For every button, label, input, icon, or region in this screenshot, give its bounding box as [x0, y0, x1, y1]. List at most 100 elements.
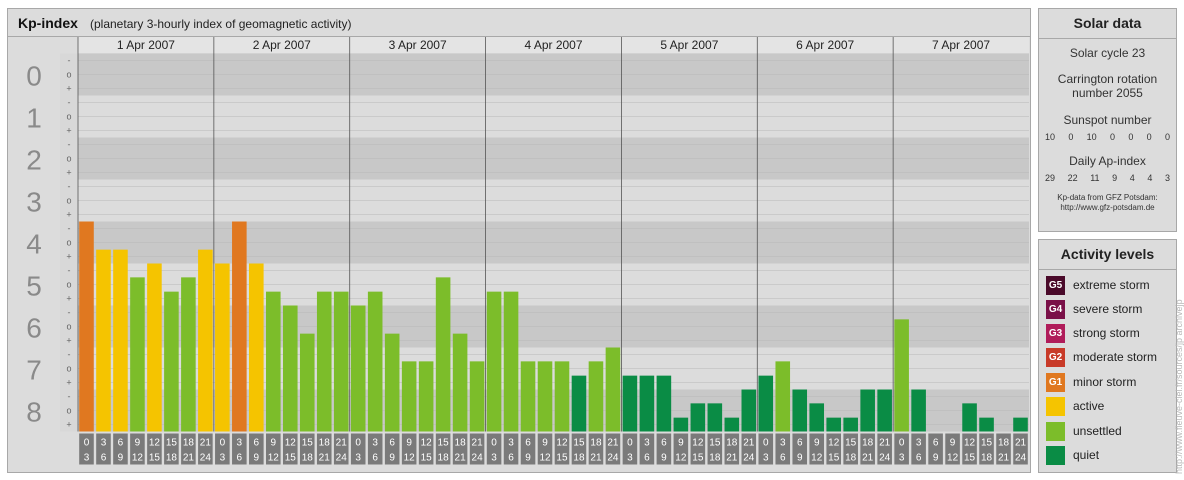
interval-end-label: 24 — [607, 453, 619, 464]
carrington-rotation-line2: number 2055 — [1072, 86, 1143, 100]
interval-start-label: 9 — [542, 438, 548, 449]
minor-tick-label: + — [66, 126, 71, 136]
interval-end-label: 18 — [709, 453, 721, 464]
interval-end-label: 24 — [472, 453, 484, 464]
interval-start-label: 12 — [285, 438, 297, 449]
interval-end-label: 9 — [389, 453, 395, 464]
kp-bar — [673, 417, 689, 432]
minor-tick-label: + — [66, 252, 71, 262]
interval-end-label: 18 — [302, 453, 314, 464]
ap-index-label: Daily Ap-index — [1069, 154, 1146, 168]
legend-label: severe storm — [1073, 302, 1143, 316]
kp-bar — [215, 263, 230, 432]
kp-bar — [249, 263, 264, 432]
interval-end-label: 9 — [254, 453, 260, 464]
legend-item-quiet: quiet — [1046, 443, 1099, 467]
kp-bar — [299, 333, 315, 432]
interval-start-label: 21 — [879, 438, 891, 449]
interval-start-label: 0 — [491, 438, 497, 449]
interval-end-label: 24 — [1015, 453, 1027, 464]
data-source-link[interactable]: http://www.gfz-potsdam.de — [1039, 203, 1176, 213]
interval-end-label: 12 — [811, 453, 823, 464]
interval-start-label: 6 — [661, 438, 667, 449]
legend-label: moderate storm — [1073, 350, 1158, 364]
sunspot-values: 10 0 10 0 0 0 0 — [1039, 132, 1176, 142]
interval-end-label: 3 — [491, 453, 497, 464]
interval-start-label: 12 — [556, 438, 568, 449]
minor-tick-label: + — [66, 210, 71, 220]
interval-start-label: 15 — [302, 438, 314, 449]
interval-start-label: 21 — [200, 438, 212, 449]
interval-end-label: 12 — [539, 453, 551, 464]
kp-bar — [809, 403, 825, 432]
kp-bar — [316, 291, 332, 432]
interval-end-label: 12 — [675, 453, 687, 464]
kp-bar — [792, 389, 808, 432]
legend-item-extreme-storm: G5 extreme storm — [1046, 273, 1150, 297]
minor-tick-label: - — [68, 392, 71, 402]
interval-start-label: 21 — [472, 438, 484, 449]
kp-bar — [741, 389, 757, 432]
interval-start-label: 12 — [149, 438, 161, 449]
interval-start-label: 3 — [237, 438, 243, 449]
legend-label: unsettled — [1073, 424, 1122, 438]
kp-bar — [588, 361, 604, 432]
interval-start-label: 6 — [797, 438, 803, 449]
legend-item-moderate-storm: G2 moderate storm — [1046, 345, 1157, 369]
kp-bar — [894, 319, 909, 432]
interval-start-label: 12 — [828, 438, 840, 449]
interval-end-label: 15 — [556, 453, 568, 464]
kp-bar — [384, 333, 400, 432]
legend-item-strong-storm: G3 strong storm — [1046, 321, 1140, 345]
legend-label: minor storm — [1073, 375, 1137, 389]
kp-bar — [843, 417, 858, 432]
legend-item-severe-storm: G4 severe storm — [1046, 297, 1142, 321]
legend-item-active: active — [1046, 394, 1104, 418]
kp-bar — [605, 347, 621, 432]
interval-end-label: 15 — [692, 453, 704, 464]
interval-start-label: 3 — [780, 438, 786, 449]
interval-end-label: 18 — [845, 453, 857, 464]
kp-bar — [911, 389, 926, 432]
kp-bar — [537, 361, 553, 432]
interval-start-label: 6 — [933, 438, 939, 449]
minor-tick-label: o — [66, 154, 71, 164]
legend-swatch — [1046, 421, 1065, 441]
kp-bar — [418, 361, 434, 432]
interval-end-label: 6 — [644, 453, 650, 464]
kp-bar — [622, 375, 638, 432]
y-tick-label: 7 — [26, 355, 42, 386]
solar-cycle: Solar cycle 23 — [1069, 46, 1146, 60]
interval-start-label: 18 — [319, 438, 331, 449]
y-tick-label: 5 — [26, 271, 42, 302]
activity-levels-title: Activity levels — [1039, 240, 1176, 270]
day-label: 3 Apr 2007 — [389, 38, 447, 52]
sunspot-value: 0 — [1146, 132, 1152, 142]
interval-start-label: 3 — [101, 438, 107, 449]
legend-swatch: G3 — [1046, 323, 1065, 343]
interval-start-label: 15 — [845, 438, 857, 449]
kp-bar — [96, 249, 111, 432]
minor-tick-label: + — [66, 84, 71, 94]
interval-end-label: 15 — [285, 453, 297, 464]
interval-start-label: 9 — [814, 438, 820, 449]
interval-end-label: 3 — [220, 453, 226, 464]
minor-tick-label: - — [68, 266, 71, 276]
kp-bar — [758, 375, 774, 432]
interval-end-label: 6 — [508, 453, 514, 464]
minor-tick-label: - — [68, 56, 71, 66]
interval-start-label: 3 — [916, 438, 922, 449]
interval-end-label: 21 — [455, 453, 467, 464]
interval-start-label: 18 — [183, 438, 195, 449]
legend-swatch — [1046, 396, 1065, 416]
interval-start-label: 9 — [406, 438, 412, 449]
kp-bar — [232, 221, 247, 432]
interval-start-label: 15 — [573, 438, 585, 449]
interval-start-label: 18 — [726, 438, 738, 449]
interval-start-label: 0 — [84, 438, 90, 449]
minor-tick-label: + — [66, 294, 71, 304]
day-label: 7 Apr 2007 — [932, 38, 990, 52]
y-tick-label: 3 — [26, 187, 42, 218]
kp-bar — [860, 389, 875, 432]
interval-end-label: 12 — [268, 453, 280, 464]
